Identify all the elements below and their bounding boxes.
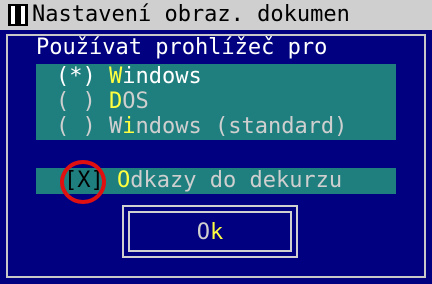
radio-label-windows: Windows xyxy=(109,64,202,89)
radio-label-dos: DOS xyxy=(109,89,149,114)
close-icon[interactable] xyxy=(8,4,28,26)
radio-option-dos[interactable]: ( ) DOS xyxy=(56,89,149,114)
radio-option-windows-standard[interactable]: ( ) Windows (standard) xyxy=(56,114,347,139)
radio-option-windows[interactable]: (*) Windows xyxy=(56,64,202,89)
radio-mark-windows-standard: ( ) xyxy=(56,114,96,139)
ok-label-hotkey: k xyxy=(210,220,224,245)
window-title: Nastavení obraz. dokumen xyxy=(32,2,350,27)
highlight-circle-annotation xyxy=(60,160,106,204)
ok-button[interactable]: Ok xyxy=(122,205,298,258)
ok-button-inner: Ok xyxy=(128,211,292,252)
ok-label-pre: O xyxy=(196,220,210,245)
radio-mark-windows: (*) xyxy=(56,64,96,89)
radio-label-windows-standard: Windows (standard) xyxy=(109,114,348,139)
viewer-prompt-label: Používat prohlížeč pro xyxy=(36,35,328,60)
radio-mark-dos: ( ) xyxy=(56,89,96,114)
title-bar: Nastavení obraz. dokumen xyxy=(0,0,432,30)
viewer-radio-group: (*) Windows ( ) DOS ( ) Windows (standar… xyxy=(36,64,396,140)
checkbox-label: Odkazy do dekurzu xyxy=(117,168,343,193)
